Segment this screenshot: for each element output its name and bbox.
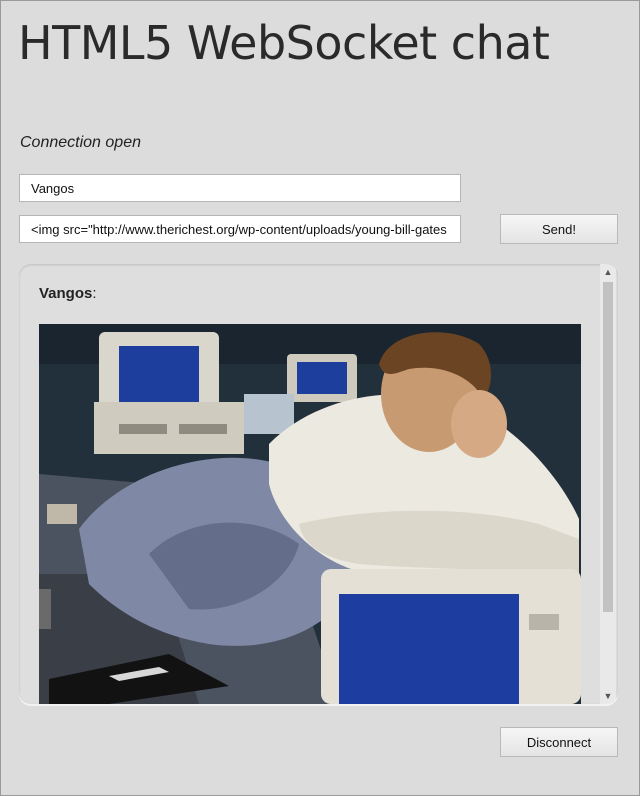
message-input[interactable] [19, 215, 461, 243]
message-sender-separator: : [92, 285, 97, 302]
name-input[interactable] [19, 174, 461, 202]
chat-log[interactable]: Vangos: ▲ ▼ [19, 264, 618, 704]
message-sender-name: Vangos [39, 285, 93, 302]
page-title: HTML5 WebSocket chat [18, 16, 550, 70]
connection-status: Connection open [20, 134, 141, 151]
chat-scrollbar[interactable]: ▲ ▼ [600, 264, 616, 704]
scroll-down-icon[interactable]: ▼ [600, 688, 616, 704]
scroll-thumb[interactable] [603, 282, 613, 612]
message-image [39, 324, 581, 704]
message-sender: Vangos: [39, 285, 97, 302]
scroll-up-icon[interactable]: ▲ [600, 264, 616, 280]
send-button[interactable]: Send! [500, 214, 618, 244]
disconnect-button[interactable]: Disconnect [500, 727, 618, 757]
photo-illustration [39, 324, 581, 704]
